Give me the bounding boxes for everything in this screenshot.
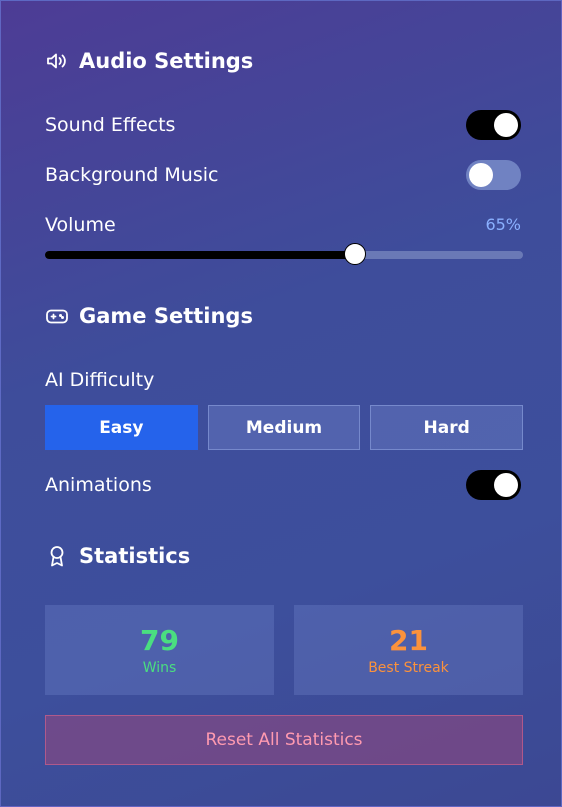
volume-label: Volume — [45, 214, 116, 236]
wins-label: Wins — [142, 660, 177, 676]
best-streak-value: 21 — [389, 624, 428, 657]
volume-slider-fill — [45, 251, 356, 259]
reset-statistics-button[interactable]: Reset All Statistics — [45, 715, 523, 765]
game-settings-header: Game Settings — [45, 304, 253, 328]
best-streak-card: 21 Best Streak — [294, 605, 523, 695]
ai-difficulty-label: AI Difficulty — [45, 369, 155, 391]
volume-slider[interactable] — [45, 243, 523, 265]
animations-toggle[interactable] — [466, 470, 521, 500]
speaker-icon — [45, 49, 69, 73]
background-music-label: Background Music — [45, 164, 219, 186]
toggle-knob — [494, 113, 518, 137]
best-streak-label: Best Streak — [368, 660, 449, 676]
volume-slider-thumb[interactable] — [343, 243, 366, 265]
audio-settings-header: Audio Settings — [45, 49, 253, 73]
wins-value: 79 — [140, 624, 179, 657]
award-icon — [45, 544, 69, 568]
sound-effects-toggle[interactable] — [466, 110, 521, 140]
toggle-knob — [494, 473, 518, 497]
sound-effects-label: Sound Effects — [45, 114, 176, 136]
animations-label: Animations — [45, 474, 152, 496]
settings-panel: Audio Settings Sound Effects Background … — [0, 0, 562, 807]
statistics-title: Statistics — [79, 544, 191, 568]
audio-settings-title: Audio Settings — [79, 49, 254, 73]
difficulty-easy-button[interactable]: Easy — [45, 405, 198, 450]
wins-card: 79 Wins — [45, 605, 274, 695]
gamepad-icon — [45, 304, 69, 328]
difficulty-hard-button[interactable]: Hard — [370, 405, 524, 450]
difficulty-selector: Easy Medium Hard — [45, 405, 524, 450]
game-settings-title: Game Settings — [79, 304, 253, 328]
background-music-toggle[interactable] — [466, 160, 521, 190]
toggle-knob — [469, 163, 493, 187]
volume-value: 65% — [485, 215, 521, 234]
statistics-header: Statistics — [45, 544, 190, 568]
difficulty-medium-button[interactable]: Medium — [207, 405, 361, 450]
